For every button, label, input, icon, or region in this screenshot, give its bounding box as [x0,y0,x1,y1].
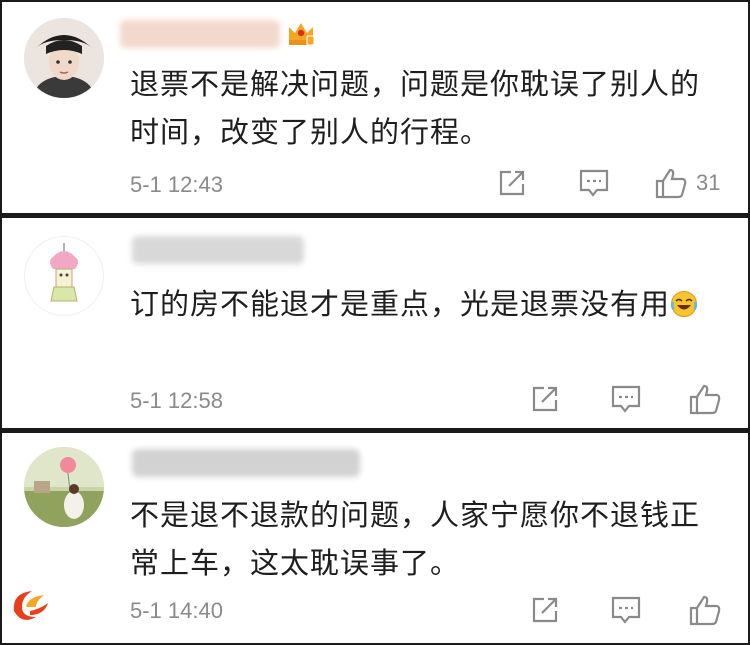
comment-timestamp: 5-1 12:58 [130,388,223,413]
avatar[interactable] [24,447,104,527]
comment-text: 退票不是解决问题，问题是你耽误了别人的时间，改变了别人的行程。 [130,67,701,149]
avatar[interactable] [24,236,104,316]
share-button[interactable] [530,384,560,414]
thumbs-up-icon [689,384,721,415]
share-button[interactable] [497,168,527,198]
comment-timestamp: 5-1 12:43 [130,172,223,197]
comment-card: 退票不是解决问题，问题是你耽误了别人的时间，改变了别人的行程。 5-1 12:4… [2,2,748,213]
share-icon [499,170,525,196]
reply-button[interactable] [578,168,610,198]
thumbs-up-icon [689,595,721,626]
username-blurred[interactable] [132,236,304,264]
comment-card: 订的房不能退才是重点，光是退票没有用 5-1 12:58 [2,218,748,428]
avatar[interactable] [24,18,104,98]
share-icon [532,597,558,623]
comment-text: 订的房不能退才是重点，光是退票没有用 [130,280,710,328]
share-icon [532,386,558,412]
like-button[interactable] [688,382,722,416]
username-blurred[interactable] [120,20,280,48]
comment-icon [611,596,641,624]
comment-text: 不是退不退款的问题，人家宁愿你不退钱正常上车，这太耽误事了。 [130,498,701,580]
like-button[interactable]: 31 [654,166,720,200]
like-count: 31 [696,170,721,195]
comment-icon [611,385,641,413]
share-button[interactable] [530,595,560,625]
thumbs-up-icon [655,168,687,199]
laughing-tears-emoji-icon [670,291,698,317]
reply-button[interactable] [610,384,642,414]
like-button[interactable] [688,593,722,627]
reply-button[interactable] [610,595,642,625]
comment-timestamp: 5-1 14:40 [130,598,223,623]
username-blurred[interactable] [132,449,360,477]
comment-card: 不是退不退款的问题，人家宁愿你不退钱正常上车，这太耽误事了。 5-1 14:40 [2,433,748,643]
comment-icon [579,169,609,197]
comment-text-body: 订的房不能退才是重点，光是退票没有用 [130,287,671,321]
app-logo-icon [13,591,48,620]
crown-badge-icon [289,23,315,46]
